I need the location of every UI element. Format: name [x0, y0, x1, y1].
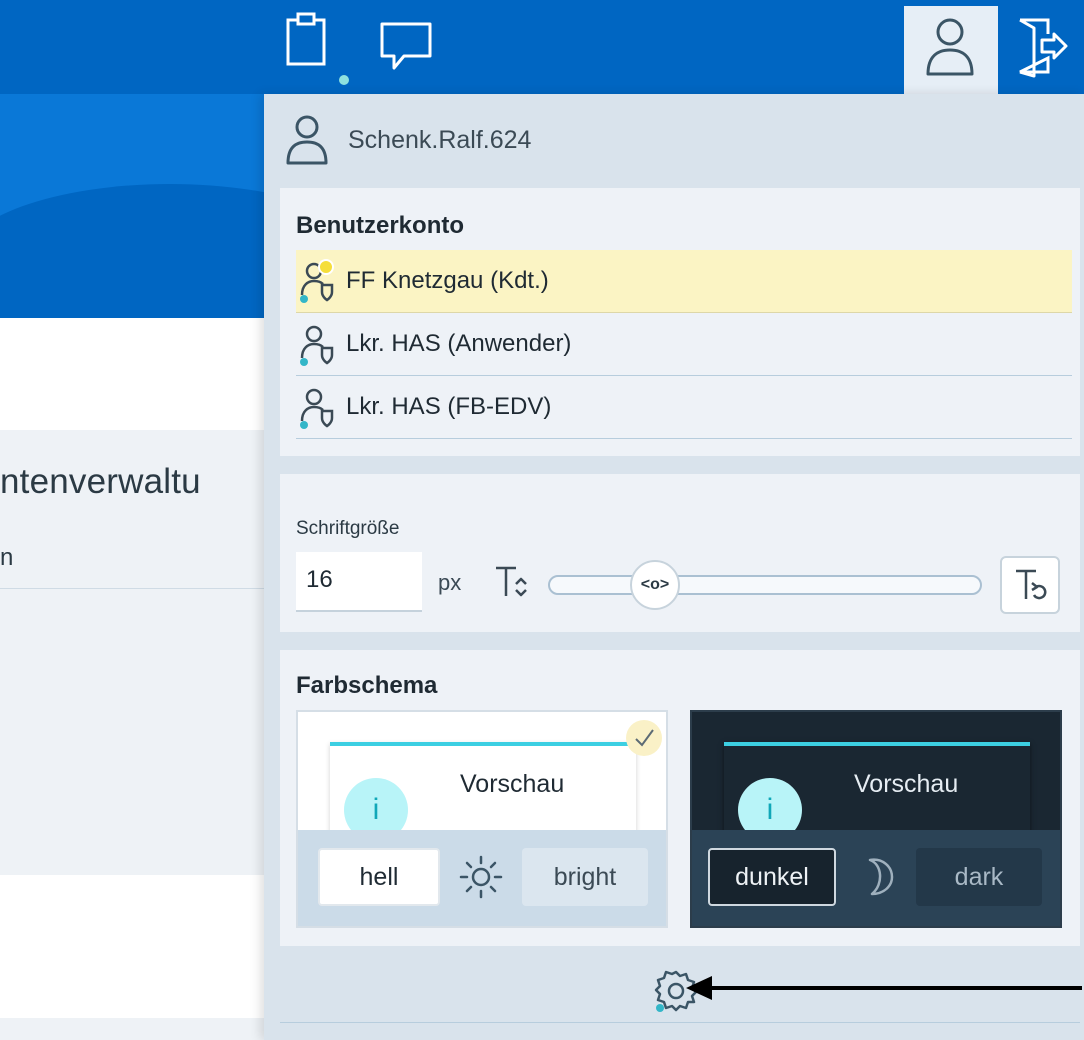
font-size-label: Schriftgröße	[296, 518, 400, 539]
font-size-slider[interactable]	[548, 575, 982, 595]
accounts-title: Benutzerkonto	[296, 212, 464, 239]
account-label: Lkr. HAS (Anwender)	[346, 330, 572, 357]
moon-icon	[852, 854, 898, 900]
account-label: FF Knetzgau (Kdt.)	[346, 267, 549, 294]
gear-icon[interactable]	[652, 966, 700, 1014]
font-size-slider-thumb[interactable]: <o>	[630, 560, 680, 610]
preview-accent-line	[724, 742, 1030, 746]
color-scheme-title: Farbschema	[296, 672, 438, 699]
font-size-card: Schriftgröße 16 px <o>	[280, 474, 1080, 632]
dark-scheme-option[interactable]: i Vorschau dunkel dark	[690, 710, 1062, 928]
dark-preview: i Vorschau	[724, 742, 1030, 842]
background-title: ntenverwaltu	[0, 462, 201, 501]
chat-icon[interactable]	[378, 18, 434, 74]
user-avatar-icon	[286, 115, 328, 165]
user-menu-dropdown: Schenk.Ralf.624 Benutzerkonto FF Knetzga…	[264, 94, 1084, 1040]
user-shield-icon	[296, 383, 340, 431]
light-scheme-button[interactable]: hell	[318, 848, 440, 906]
account-item-lkr-has-fb-edv[interactable]: Lkr. HAS (FB-EDV)	[296, 376, 1072, 439]
preview-accent-line	[330, 742, 636, 746]
account-item-ff-knetzgau[interactable]: FF Knetzgau (Kdt.)	[296, 250, 1072, 313]
dark-label[interactable]: dark	[916, 848, 1042, 906]
light-preview: i Vorschau	[330, 742, 636, 842]
logout-icon[interactable]	[1012, 14, 1072, 78]
background-divider	[0, 588, 264, 589]
light-scheme-option[interactable]: i Vorschau hell bright	[296, 710, 668, 928]
color-scheme-card: Farbschema i Vorschau hell bright i Vors…	[280, 650, 1080, 946]
user-shield-icon	[296, 320, 340, 368]
user-icon[interactable]	[922, 16, 978, 78]
sun-icon	[458, 854, 504, 900]
username: Schenk.Ralf.624	[348, 125, 532, 154]
font-size-reset-button[interactable]	[1000, 556, 1060, 614]
background-footer	[0, 1018, 264, 1040]
light-scheme-footer: hell bright	[298, 830, 666, 926]
dark-scheme-footer: dunkel dark	[692, 830, 1060, 926]
font-size-input[interactable]: 16	[296, 552, 422, 612]
clipboard-icon[interactable]	[282, 10, 330, 78]
account-label: Lkr. HAS (FB-EDV)	[346, 393, 552, 420]
bright-label[interactable]: bright	[522, 848, 648, 906]
text-reset-icon	[1016, 569, 1047, 600]
user-header: Schenk.Ralf.624	[284, 110, 531, 170]
user-shield-icon	[296, 257, 340, 305]
font-size-unit: px	[438, 570, 462, 595]
panel-divider	[280, 1022, 1080, 1023]
accounts-card: Benutzerkonto FF Knetzgau (Kdt.) Lkr. HA…	[280, 188, 1080, 456]
dark-scheme-button[interactable]: dunkel	[708, 848, 836, 906]
preview-text: Vorschau	[460, 770, 565, 798]
background-banner	[0, 94, 264, 318]
account-item-lkr-has-anwender[interactable]: Lkr. HAS (Anwender)	[296, 313, 1072, 376]
checkmark-icon	[626, 720, 662, 756]
text-size-icon	[492, 562, 532, 602]
preview-text: Vorschau	[854, 770, 959, 798]
background-subtitle: n	[0, 544, 14, 571]
notification-dot-icon	[338, 74, 350, 86]
